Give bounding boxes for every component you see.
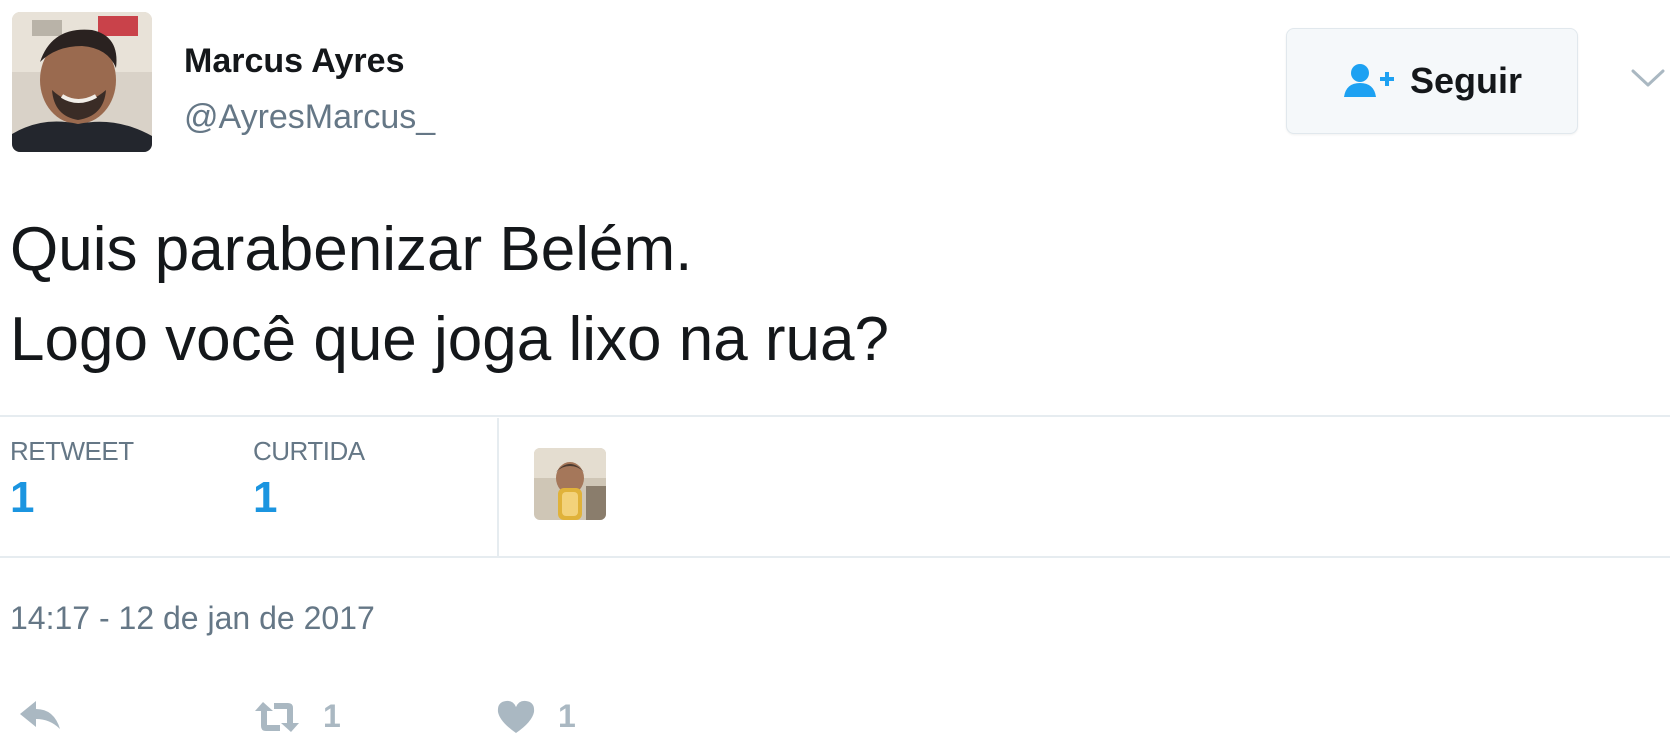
retweet-stat-value: 1 [10,473,35,522]
like-button[interactable]: 1 [496,698,576,735]
stats-top-divider [0,415,1670,417]
retweet-button[interactable]: 1 [253,698,341,735]
follow-button-label: Seguir [1409,60,1523,101]
liker-avatar-image [534,448,606,520]
more-options-chevron-icon[interactable] [1630,66,1666,90]
like-count: 1 [558,698,576,734]
follow-user-icon [1342,63,1396,99]
tweet-text-line: Quis parabenizar Belém. [10,215,693,284]
retweet-stat-label: RETWEET [10,436,134,466]
author-avatar-image [12,12,152,152]
tweet-text-line: Logo você que joga lixo na rua? [10,305,889,374]
liker-avatar[interactable] [534,448,606,520]
reply-icon [20,701,60,729]
author-avatar[interactable] [12,12,152,152]
tweet-timestamp[interactable]: 14:17 - 12 de jan de 2017 [10,600,375,637]
author-display-name[interactable]: Marcus Ayres [184,42,405,81]
retweet-icon [255,701,299,732]
like-stat-label: CURTIDA [253,436,365,466]
reply-button[interactable] [18,698,62,732]
follow-button[interactable]: Seguir [1286,28,1578,134]
heart-icon [497,700,535,733]
like-stat[interactable]: CURTIDA 1 [253,436,365,523]
tweet-text: Quis parabenizar Belém. Logo você que jo… [10,205,889,385]
retweet-count: 1 [323,698,341,734]
stats-vertical-divider [497,418,499,556]
stats-bottom-divider [0,556,1670,558]
retweet-stat[interactable]: RETWEET 1 [10,436,134,523]
like-stat-value: 1 [253,473,278,522]
author-handle[interactable]: @AyresMarcus_ [184,98,435,137]
